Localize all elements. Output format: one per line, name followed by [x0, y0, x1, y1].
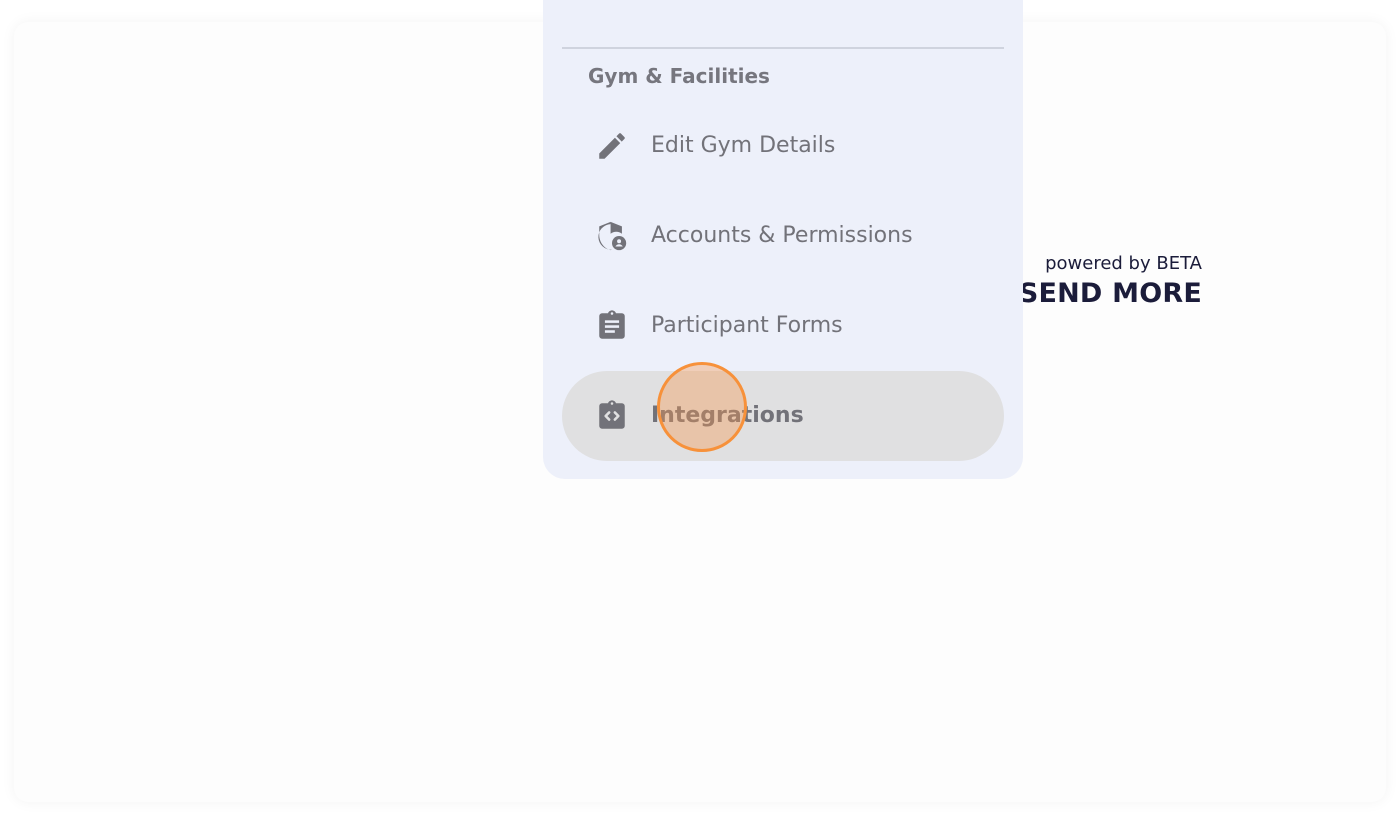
menu-item-label: Participant Forms — [651, 313, 843, 338]
page: powered by BETA SEND MORE Gym & Faciliti… — [0, 0, 1398, 814]
menu-item-accounts-permissions[interactable]: Accounts & Permissions — [562, 191, 1004, 281]
shield-account-icon — [595, 219, 629, 253]
clipboard-text-icon — [595, 309, 629, 343]
menu-item-label: Accounts & Permissions — [651, 223, 913, 248]
settings-dropdown-menu: Gym & Facilities Edit Gym Details Accoun… — [543, 0, 1023, 479]
menu-item-label: Edit Gym Details — [651, 133, 836, 158]
menu-section-title: Gym & Facilities — [588, 64, 770, 88]
menu-item-integrations[interactable]: Integrations — [562, 371, 1004, 461]
pencil-icon — [595, 129, 629, 163]
menu-item-label: Integrations — [651, 403, 804, 428]
menu-item-edit-gym-details[interactable]: Edit Gym Details — [562, 101, 1004, 191]
clipboard-code-icon — [595, 399, 629, 433]
menu-divider — [562, 47, 1004, 49]
menu-item-participant-forms[interactable]: Participant Forms — [562, 281, 1004, 371]
